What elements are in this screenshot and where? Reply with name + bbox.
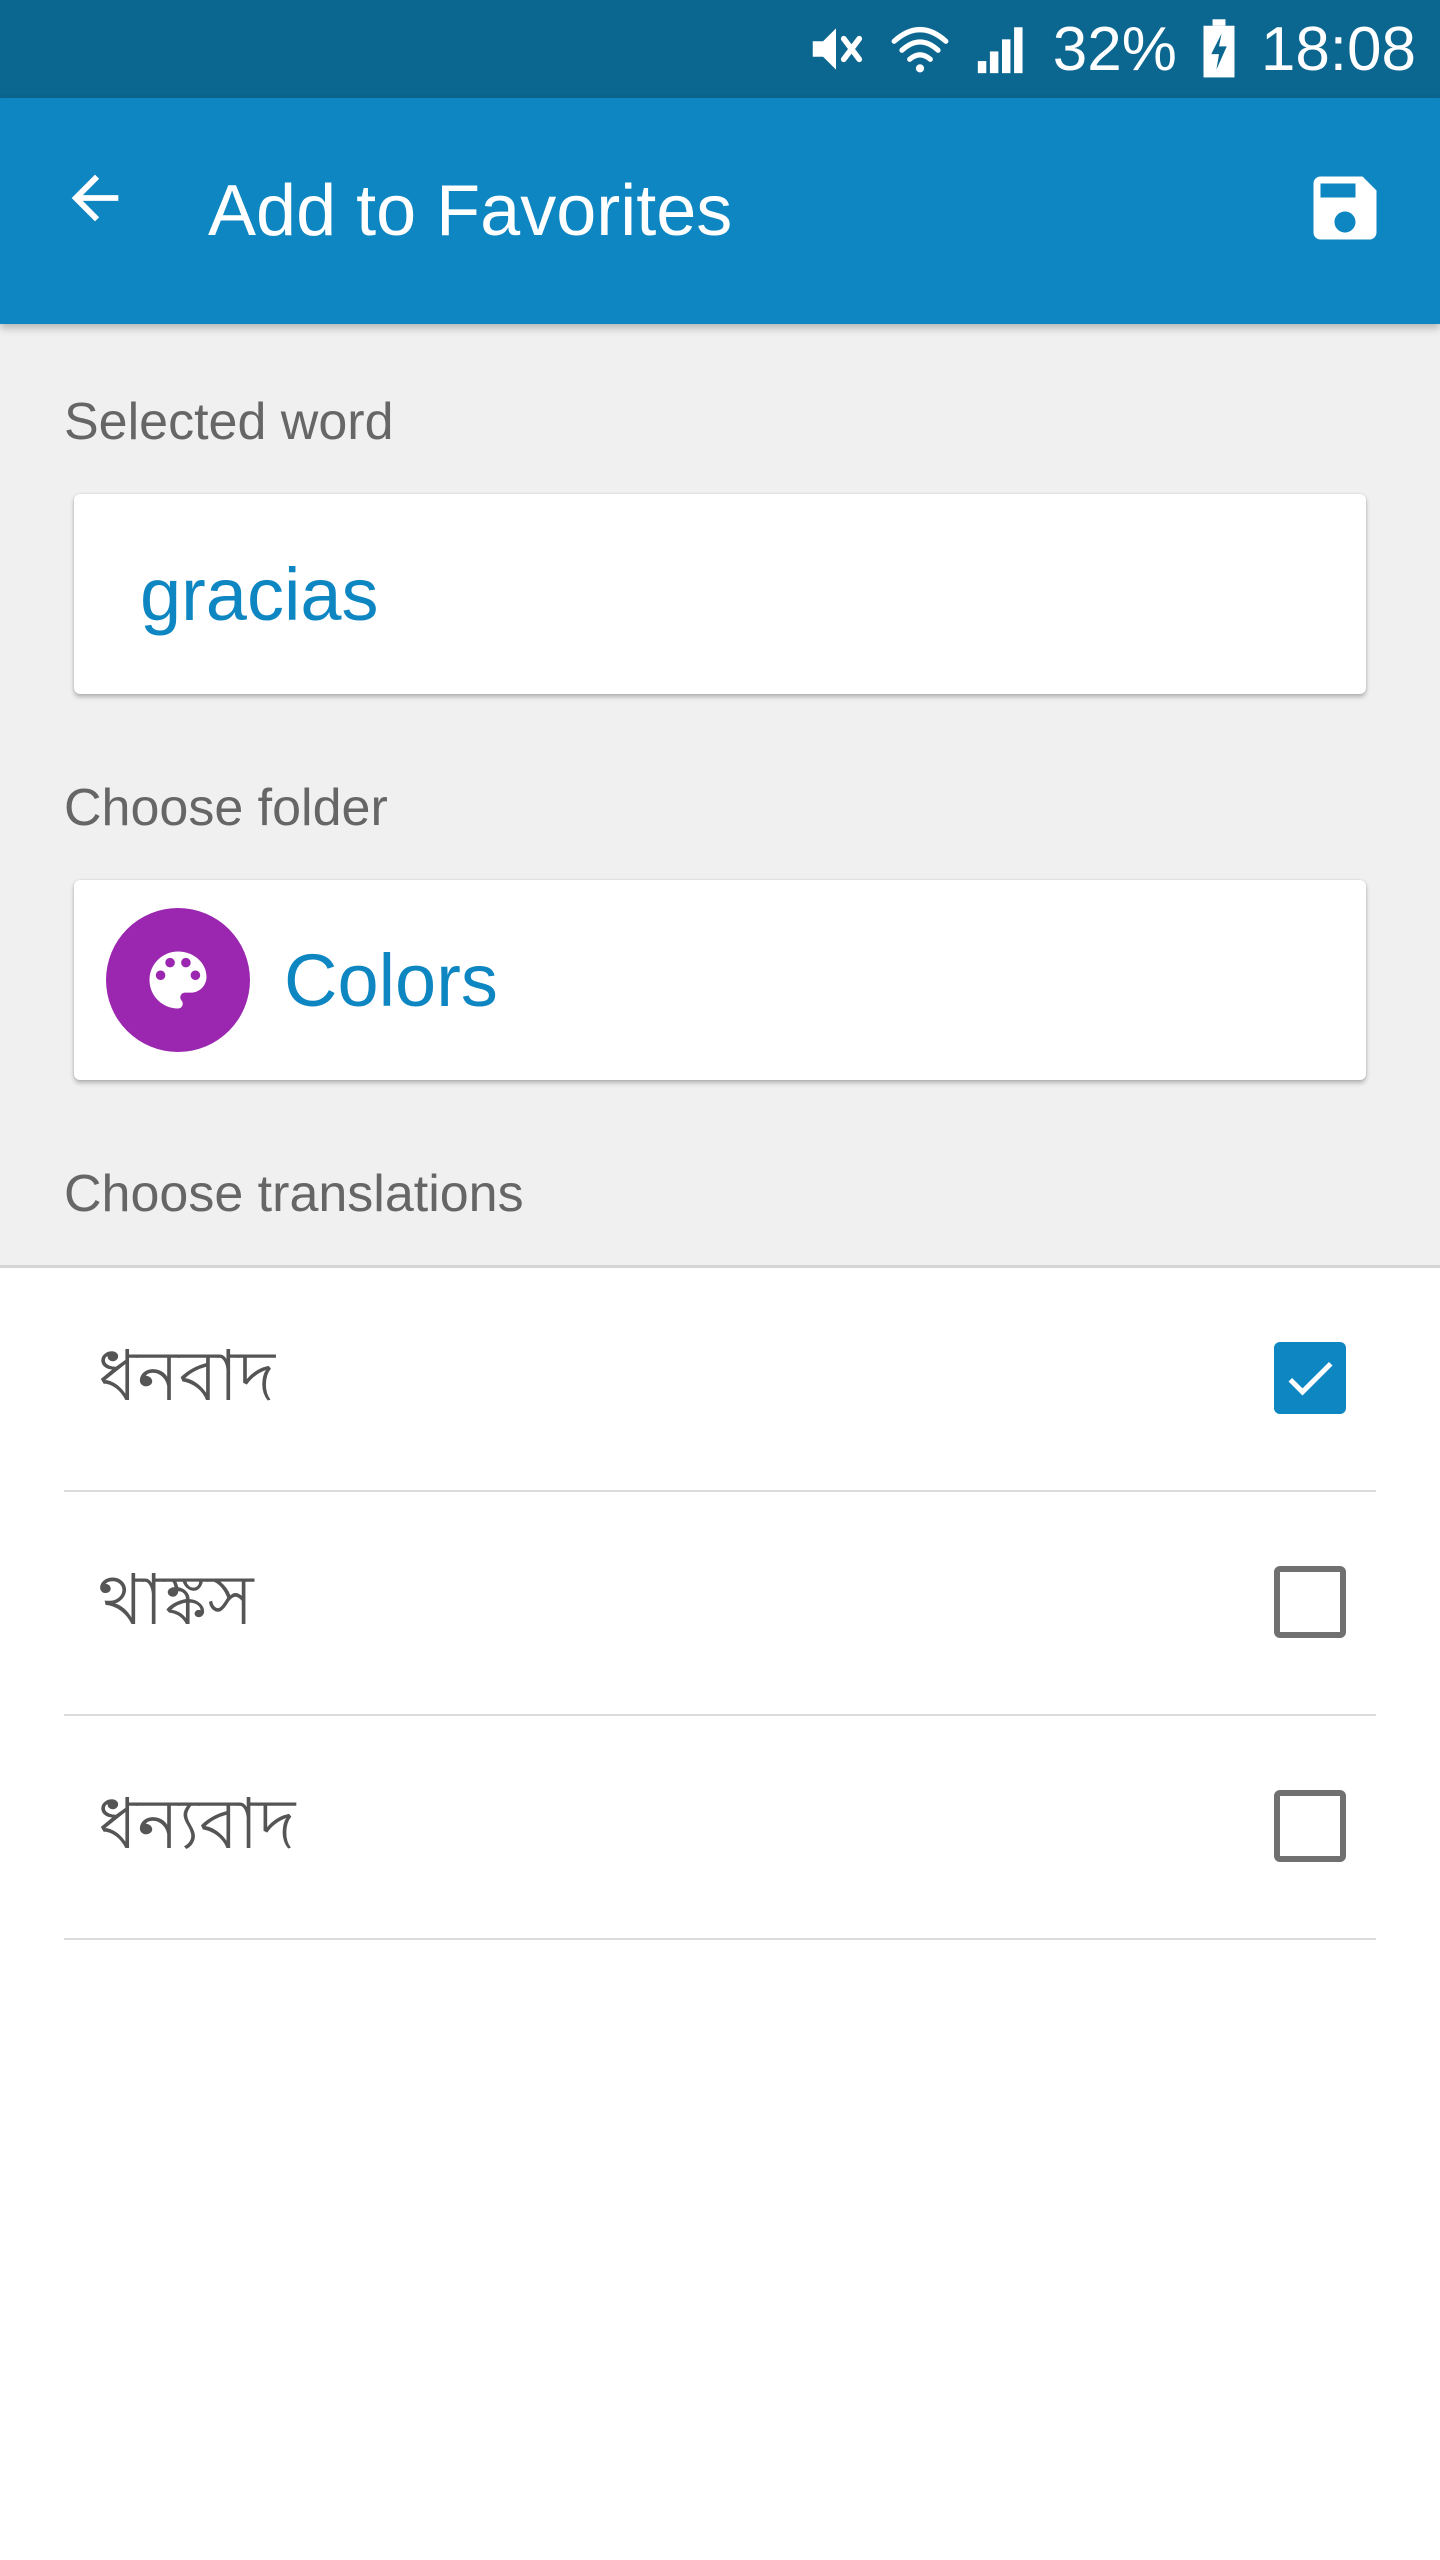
form-area: Selected word gracias Choose folder Colo… [0, 324, 1440, 1268]
battery-percent: 32% [1052, 14, 1177, 84]
choose-folder-label: Choose folder [64, 779, 388, 837]
selected-word-field[interactable]: gracias [74, 494, 1366, 694]
back-button[interactable] [40, 143, 150, 253]
folder-selector[interactable]: Colors [74, 880, 1366, 1080]
page-title: Add to Favorites [208, 171, 733, 251]
selected-word-value: gracias [140, 552, 379, 636]
mute-icon [805, 18, 867, 80]
folder-name: Colors [284, 938, 498, 1022]
translation-checkbox[interactable] [1274, 1566, 1346, 1638]
status-bar: 32% 18:08 [0, 0, 1440, 98]
signal-icon [973, 20, 1031, 78]
translation-row[interactable]: ধন্যবাদ [64, 1716, 1376, 1940]
check-icon [1288, 1361, 1333, 1396]
selected-word-label: Selected word [64, 393, 394, 451]
palette-icon [149, 951, 207, 1009]
translation-text: ধন্যবাদ [98, 1782, 296, 1865]
translation-checkbox[interactable] [1274, 1790, 1346, 1862]
arrow-back-icon [71, 174, 119, 222]
status-icons: 32% 18:08 [805, 0, 1416, 98]
translation-row[interactable]: থাঙ্কস [64, 1492, 1376, 1716]
clock: 18:08 [1260, 14, 1416, 84]
choose-translations-label: Choose translations [64, 1165, 524, 1223]
folder-avatar [106, 908, 250, 1052]
translation-text: ধনবাদ [98, 1334, 276, 1417]
save-button[interactable] [1290, 153, 1400, 263]
translation-row[interactable]: ধনবাদ [64, 1268, 1376, 1492]
translation-checkbox-checked[interactable] [1274, 1342, 1346, 1414]
battery-charging-icon [1199, 18, 1239, 80]
wifi-icon [889, 18, 951, 80]
save-icon [1313, 176, 1377, 240]
app-bar: Add to Favorites [0, 98, 1440, 324]
translation-text: থাঙ্কস [98, 1558, 254, 1641]
